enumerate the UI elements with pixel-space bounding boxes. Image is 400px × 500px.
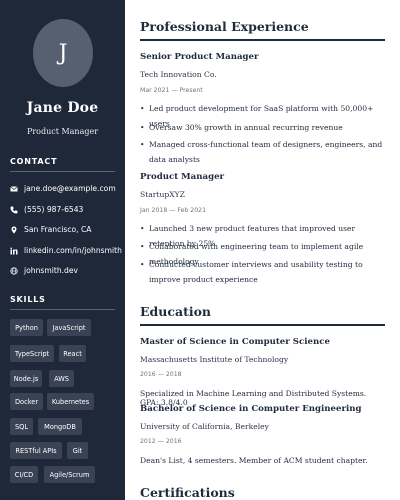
skills-divider: [10, 309, 115, 310]
map-pin-icon: [10, 226, 18, 234]
education-description: Dean's List, 4 semesters. Member of ACM …: [140, 456, 368, 465]
skill-tag: CI/CD: [10, 466, 38, 483]
education-divider: [140, 324, 385, 326]
school-name: University of California, Berkeley: [140, 422, 269, 431]
job-company: Tech Innovation Co.: [140, 70, 217, 79]
job-bullet: Conducted customer interviews and usabil…: [140, 257, 385, 287]
skill-tag: Agile/Scrum: [44, 466, 95, 483]
contact-divider: [10, 171, 115, 172]
contact-linkedin-text: linkedin.com/in/johnsmith: [24, 246, 122, 255]
contact-phone[interactable]: (555) 987-6543: [10, 205, 83, 214]
phone-icon: [10, 206, 18, 214]
envelope-icon: [10, 185, 18, 193]
avatar: J: [33, 19, 93, 87]
degree-title: Master of Science in Computer Science: [140, 337, 330, 347]
skills-heading: SKILLS: [10, 295, 46, 304]
contact-heading: CONTACT: [10, 157, 58, 166]
avatar-initial: J: [58, 40, 68, 66]
profile-role: Product Manager: [26, 127, 99, 136]
skill-tag: SQL: [10, 418, 33, 435]
contact-location-text: San Francisco, CA: [24, 225, 92, 234]
skill-tag: AWS: [49, 370, 74, 387]
job-title: Product Manager: [140, 172, 225, 182]
education-heading: Education: [140, 304, 212, 319]
job-title: Senior Product Manager: [140, 52, 259, 62]
skill-tag: Python: [10, 319, 43, 336]
contact-email[interactable]: jane.doe@example.com: [10, 184, 116, 193]
skill-tag: Docker: [10, 393, 43, 410]
contact-phone-text: (555) 987-6543: [24, 205, 84, 214]
skill-tag: MongoDB: [38, 418, 82, 435]
skill-tag: JavaScript: [47, 319, 91, 336]
education-dates: 2016 — 2018: [140, 371, 182, 378]
skill-tag: Kubernetes: [47, 393, 94, 410]
skill-tag: TypeScript: [10, 345, 54, 362]
skill-tag: React: [59, 345, 86, 362]
skill-tag: RESTful APIs: [10, 442, 62, 459]
job-dates: Mar 2021 — Present: [140, 87, 203, 94]
contact-linkedin[interactable]: linkedin.com/in/johnsmith: [10, 246, 122, 255]
experience-heading: Professional Experience: [140, 19, 309, 34]
contact-website-text: johnsmith.dev: [24, 266, 79, 275]
education-dates: 2012 — 2016: [140, 438, 182, 445]
skill-tag: Git: [67, 442, 88, 459]
contact-email-text: jane.doe@example.com: [24, 184, 116, 193]
globe-icon: [10, 266, 18, 275]
job-company: StartupXYZ: [140, 190, 185, 199]
contact-website[interactable]: johnsmith.dev: [10, 266, 78, 275]
degree-title: Bachelor of Science in Computer Engineer…: [140, 404, 362, 414]
school-name: Massachusetts Institute of Technology: [140, 355, 289, 364]
sidebar: J Jane Doe Product Manager CONTACT jane.…: [0, 0, 125, 500]
linkedin-icon: [10, 246, 18, 255]
contact-location: San Francisco, CA: [10, 225, 92, 234]
job-bullet: Oversaw 30% growth in annual recurring r…: [140, 120, 385, 135]
profile-name: Jane Doe: [26, 100, 99, 116]
experience-divider: [140, 39, 385, 41]
job-bullet: Managed cross-functional team of designe…: [140, 137, 385, 167]
certifications-heading: Certifications: [140, 485, 235, 500]
job-dates: Jan 2018 — Feb 2021: [140, 207, 207, 214]
skill-tag: Node.js: [10, 370, 42, 387]
